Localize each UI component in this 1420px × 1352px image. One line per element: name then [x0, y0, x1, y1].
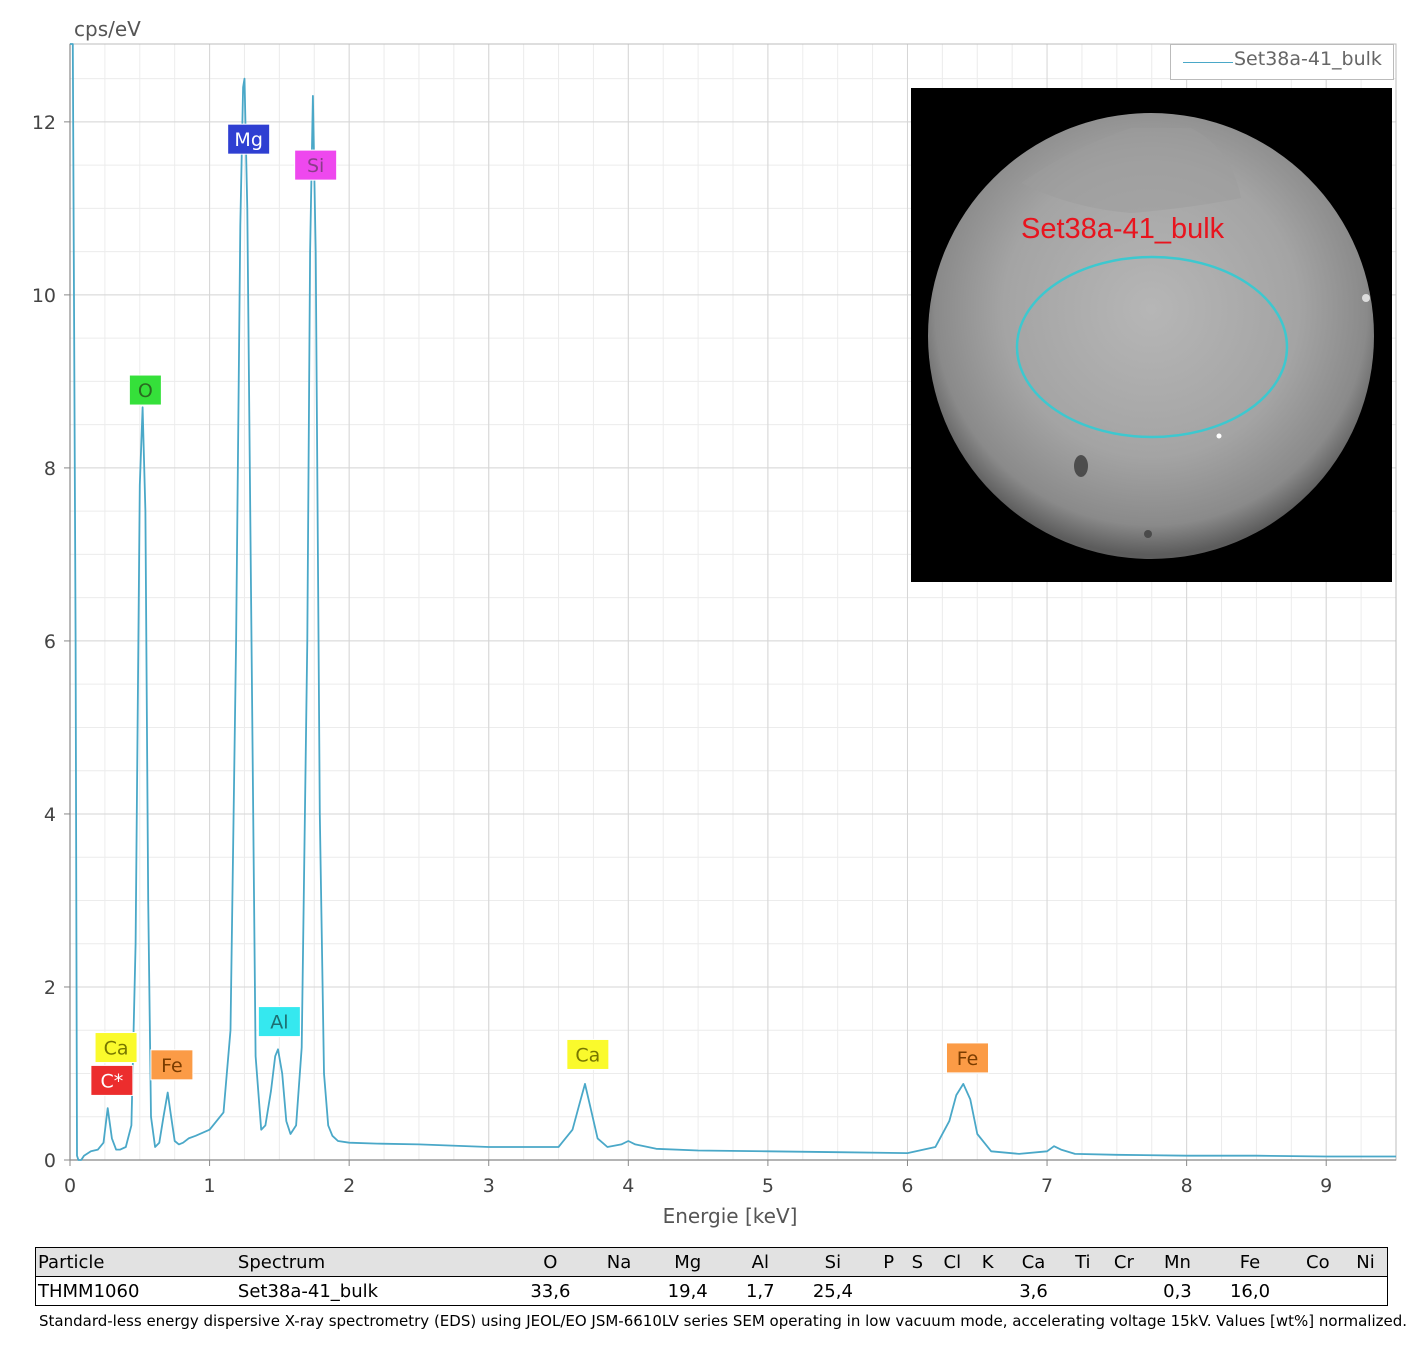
peak-label: Ca: [94, 1032, 138, 1064]
peak-label: Fe: [945, 1042, 989, 1074]
column-header: Cr: [1101, 1247, 1147, 1277]
column-header: Ni: [1343, 1247, 1388, 1277]
peak-label: Si: [294, 149, 338, 181]
peak-label-text: Fe: [957, 1048, 979, 1070]
peak-label-text: O: [138, 380, 153, 402]
sem-image-inset: Set38a-41_bulk: [911, 88, 1392, 582]
x-axis-title: Energie [keV]: [663, 1204, 798, 1228]
column-header: Al: [729, 1247, 792, 1277]
y-tick-label: 4: [44, 804, 56, 826]
table-header-row: Particle Spectrum O Na Mg Al Si P S Cl K…: [35, 1247, 1388, 1277]
column-header: P: [874, 1247, 903, 1277]
x-tick-label: 3: [483, 1175, 495, 1197]
x-tick-label: 8: [1181, 1175, 1193, 1197]
table-row: THMM1060 Set38a-41_bulk 33,6 19,4 1,7 25…: [36, 1277, 1388, 1306]
y-tick-label: 8: [44, 458, 56, 480]
inset-spectrum-label: Set38a-41_bulk: [1021, 213, 1225, 245]
column-header: Ca: [1002, 1247, 1065, 1277]
column-header: Mg: [646, 1247, 730, 1277]
table-cell: [592, 1277, 646, 1306]
composition-table: Particle Spectrum O Na Mg Al Si P S Cl K…: [35, 1247, 1388, 1306]
x-tick-label: 6: [901, 1175, 913, 1197]
peak-label-text: Ca: [575, 1044, 600, 1066]
x-tick-label: 0: [64, 1175, 76, 1197]
peak-label-text: Fe: [161, 1055, 183, 1077]
column-header: Si: [791, 1247, 875, 1277]
column-header: Fe: [1208, 1247, 1292, 1277]
y-tick-label: 12: [32, 112, 56, 134]
table-cell: 19,4: [667, 1280, 708, 1302]
table-cell: [903, 1277, 932, 1306]
sem-particle-image: [911, 88, 1392, 582]
table-cell: 1,7: [745, 1280, 775, 1302]
legend: Set38a-41_bulk: [1170, 44, 1394, 80]
surface-defect: [1216, 433, 1222, 439]
column-header: O: [508, 1247, 593, 1277]
table-cell: 33,6: [530, 1280, 571, 1302]
table-cell: THMM1060: [38, 1280, 140, 1302]
x-tick-label: 4: [622, 1175, 634, 1197]
column-header: Co: [1291, 1247, 1344, 1277]
peak-label: Ca: [566, 1038, 610, 1070]
peak-label-text: C*: [100, 1070, 123, 1092]
column-header: Cl: [931, 1247, 973, 1277]
legend-label: Set38a-41_bulk: [1234, 48, 1382, 70]
column-header: Spectrum: [235, 1247, 509, 1277]
peak-label: C*: [90, 1064, 134, 1096]
peak-label: O: [128, 374, 162, 406]
surface-defect: [1074, 455, 1088, 477]
column-header: Particle: [35, 1247, 236, 1277]
column-header: K: [972, 1247, 1003, 1277]
x-tick-label: 2: [343, 1175, 355, 1197]
table-cell: 3,6: [1019, 1280, 1048, 1302]
x-tick-label: 1: [204, 1175, 216, 1197]
column-header: Mn: [1146, 1247, 1209, 1277]
y-tick-label: 6: [44, 631, 56, 653]
table-cell: [875, 1277, 903, 1306]
peak-label: Fe: [150, 1049, 194, 1081]
table-cell: [1292, 1277, 1344, 1306]
table-cell: 25,4: [812, 1280, 853, 1302]
table-cell: [1064, 1277, 1101, 1306]
table-cell: [973, 1277, 1003, 1306]
x-tick-label: 5: [762, 1175, 774, 1197]
column-header: Ti: [1064, 1247, 1102, 1277]
x-tick-label: 9: [1320, 1175, 1332, 1197]
y-tick-label: 2: [44, 977, 56, 999]
surface-defect: [1362, 294, 1370, 302]
x-tick-label: 7: [1041, 1175, 1053, 1197]
y-axis-title: cps/eV: [74, 17, 141, 41]
table-cell: [1101, 1277, 1146, 1306]
peak-label: Mg: [227, 123, 271, 155]
peak-label-text: Ca: [104, 1038, 129, 1060]
peak-label-text: Al: [270, 1012, 288, 1034]
y-tick-label: 0: [44, 1150, 56, 1172]
figure-caption: Standard-less energy dispersive X-ray sp…: [39, 1312, 1408, 1330]
peak-label-text: Mg: [234, 129, 262, 151]
peak-label: Al: [257, 1006, 301, 1038]
column-header: S: [902, 1247, 932, 1277]
surface-defect: [1144, 530, 1152, 538]
table-cell: Set38a-41_bulk: [237, 1280, 379, 1302]
y-tick-label: 10: [32, 285, 56, 307]
column-header: Na: [592, 1247, 647, 1277]
table-cell: 16,0: [1229, 1280, 1271, 1302]
legend-swatch: [1183, 62, 1233, 63]
table-cell: 0,3: [1163, 1280, 1192, 1302]
table-cell: [932, 1277, 973, 1306]
peak-label-text: Si: [307, 155, 324, 177]
table-cell: [1344, 1277, 1388, 1306]
